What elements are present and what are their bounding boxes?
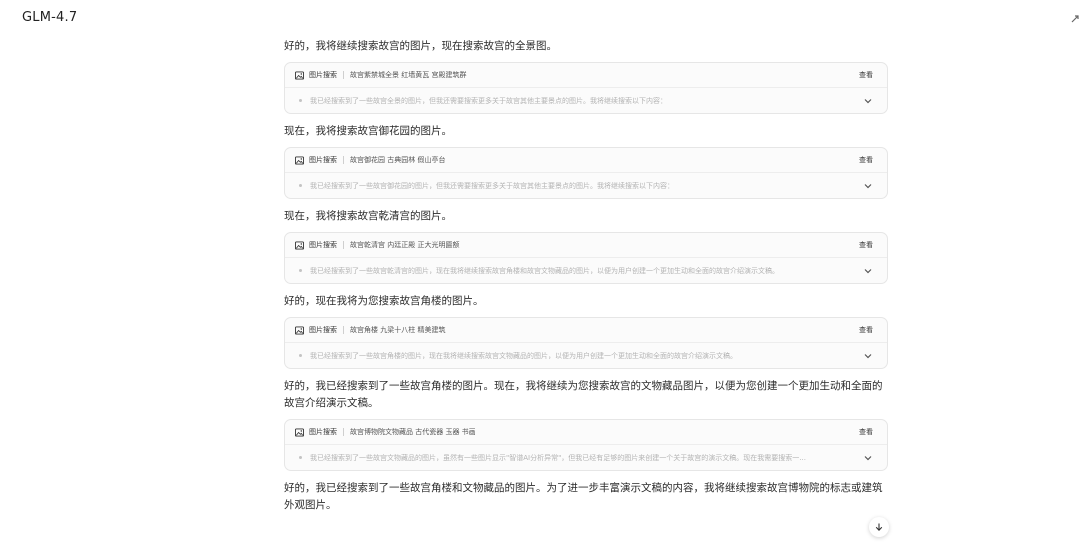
assistant-message: 好的，我已经搜索到了一些故宫角楼的图片。现在，我将继续为您搜索故宫的文物藏品图片… <box>284 380 883 409</box>
tool-card: 图片搜索 故宫御花园 古典园林 假山亭台 查看 我已经搜索到了一些故宫御花园的图… <box>284 147 888 199</box>
search-query: 故宫御花园 古典园林 假山亭台 <box>350 156 446 164</box>
view-button[interactable]: 查看 <box>859 70 873 80</box>
chevron-down-icon[interactable] <box>863 181 873 191</box>
tool-label: 图片搜索 <box>309 326 337 334</box>
tool-card-summary[interactable]: 我已经搜索到了一些故宫文物藏品的图片，虽然有一些图片显示"智谱AI分析异常"，但… <box>285 445 887 470</box>
view-button[interactable]: 查看 <box>859 240 873 250</box>
divider <box>343 71 344 79</box>
divider <box>343 326 344 334</box>
tool-card: 图片搜索 故宫紫禁城全景 红墙黄瓦 宫殿建筑群 查看 我已经搜索到了一些故宫全景… <box>284 62 888 114</box>
tool-card: 图片搜索 故宫乾清宫 内廷正殿 正大光明匾额 查看 我已经搜索到了一些故宫乾清宫… <box>284 232 888 284</box>
conversation: 好的，我将继续搜索故宫的图片，现在搜索故宫的全景图。 图片搜索 故宫紫禁城全景 … <box>284 38 888 514</box>
tool-label: 图片搜索 <box>309 156 337 164</box>
divider <box>343 241 344 249</box>
summary-text: 我已经搜索到了一些故宫御花园的图片，但我还需要搜索更多关于故宫其他主要景点的图片… <box>310 181 674 190</box>
tool-label: 图片搜索 <box>309 428 337 436</box>
image-icon <box>295 427 304 437</box>
search-query: 故宫博物院文物藏品 古代瓷器 玉器 书画 <box>350 428 476 436</box>
image-icon <box>295 155 304 165</box>
tool-card-summary[interactable]: 我已经搜索到了一些故宫全景的图片，但我还需要搜索更多关于故宫其他主要景点的图片。… <box>285 88 887 113</box>
image-icon <box>295 70 304 80</box>
image-icon <box>295 240 304 250</box>
tool-card-header: 图片搜索 故宫御花园 古典园林 假山亭台 查看 <box>285 148 887 173</box>
view-button[interactable]: 查看 <box>859 325 873 335</box>
assistant-message: 现在，我将搜索故宫乾清宫的图片。 <box>284 210 452 222</box>
model-name[interactable]: GLM-4.7 <box>22 10 77 25</box>
summary-text: 我已经搜索到了一些故宫角楼的图片，现在我将继续搜索故宫文物藏品的图片，以便为用户… <box>310 351 737 360</box>
search-query: 故宫角楼 九梁十八柱 精美建筑 <box>350 326 446 334</box>
tool-card-header: 图片搜索 故宫博物院文物藏品 古代瓷器 玉器 书画 查看 <box>285 420 887 445</box>
bullet-dot <box>299 456 302 459</box>
chat-app: GLM-4.7 好的，我将继续搜索故宫的图片，现在搜索故宫的全景图。 图片搜索 … <box>0 0 1080 546</box>
search-query: 故宫紫禁城全景 红墙黄瓦 宫殿建筑群 <box>350 71 467 79</box>
bullet-dot <box>299 269 302 272</box>
tool-card: 图片搜索 故宫角楼 九梁十八柱 精美建筑 查看 我已经搜索到了一些故宫角楼的图片… <box>284 317 888 369</box>
assistant-message: 好的，我已经搜索到了一些故宫角楼和文物藏品的图片。为了进一步丰富演示文稿的内容，… <box>284 482 883 511</box>
assistant-message: 好的，现在我将为您搜索故宫角楼的图片。 <box>284 295 484 307</box>
tool-card-summary[interactable]: 我已经搜索到了一些故宫御花园的图片，但我还需要搜索更多关于故宫其他主要景点的图片… <box>285 173 887 198</box>
chevron-down-icon[interactable] <box>863 266 873 276</box>
tool-card-header: 图片搜索 故宫乾清宫 内廷正殿 正大光明匾额 查看 <box>285 233 887 258</box>
chevron-down-icon[interactable] <box>863 453 873 463</box>
bullet-dot <box>299 99 302 102</box>
tool-card-summary[interactable]: 我已经搜索到了一些故宫乾清宫的图片，现在我将继续搜索故宫角楼和故宫文物藏品的图片… <box>285 258 887 283</box>
summary-text: 我已经搜索到了一些故宫乾清宫的图片，现在我将继续搜索故宫角楼和故宫文物藏品的图片… <box>310 266 779 275</box>
arrow-down-icon <box>875 523 883 531</box>
chevron-down-icon[interactable] <box>863 351 873 361</box>
assistant-message: 现在，我将搜索故宫御花园的图片。 <box>284 125 452 137</box>
tool-card-summary[interactable]: 我已经搜索到了一些故宫角楼的图片，现在我将继续搜索故宫文物藏品的图片，以便为用户… <box>285 343 887 368</box>
bullet-dot <box>299 184 302 187</box>
view-button[interactable]: 查看 <box>859 155 873 165</box>
tool-card-header: 图片搜索 故宫紫禁城全景 红墙黄瓦 宫殿建筑群 查看 <box>285 63 887 88</box>
view-button[interactable]: 查看 <box>859 427 873 437</box>
search-query: 故宫乾清宫 内廷正殿 正大光明匾额 <box>350 241 460 249</box>
bullet-dot <box>299 354 302 357</box>
tool-card-header: 图片搜索 故宫角楼 九梁十八柱 精美建筑 查看 <box>285 318 887 343</box>
tool-card: 图片搜索 故宫博物院文物藏品 古代瓷器 玉器 书画 查看 我已经搜索到了一些故宫… <box>284 419 888 471</box>
tool-label: 图片搜索 <box>309 241 337 249</box>
image-icon <box>295 325 304 335</box>
chevron-down-icon[interactable] <box>863 96 873 106</box>
assistant-message: 好的，我将继续搜索故宫的图片，现在搜索故宫的全景图。 <box>284 40 557 52</box>
divider <box>343 428 344 436</box>
summary-text: 我已经搜索到了一些故宫文物藏品的图片，虽然有一些图片显示"智谱AI分析异常"，但… <box>310 453 806 462</box>
divider <box>343 156 344 164</box>
summary-text: 我已经搜索到了一些故宫全景的图片，但我还需要搜索更多关于故宫其他主要景点的图片。… <box>310 96 667 105</box>
corner-icon[interactable] <box>1070 12 1080 26</box>
tool-label: 图片搜索 <box>309 71 337 79</box>
scroll-to-bottom-button[interactable] <box>869 517 889 537</box>
